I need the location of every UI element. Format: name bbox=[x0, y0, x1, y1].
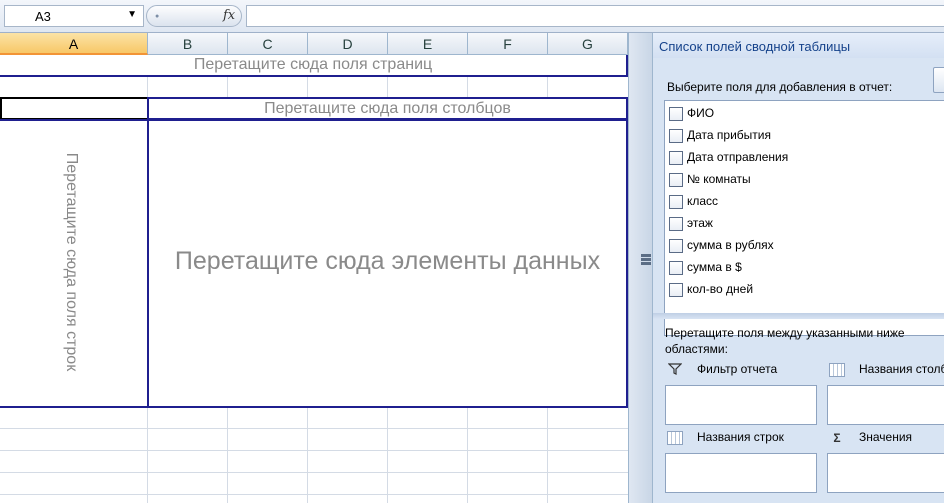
column-header-d[interactable]: D bbox=[308, 33, 388, 55]
values-header: Σ Значения bbox=[829, 430, 944, 446]
column-headers: A B C D E F G bbox=[0, 33, 628, 55]
report-filter-label: Фильтр отчета bbox=[697, 362, 778, 376]
name-box[interactable]: A3 ▼ bbox=[4, 5, 144, 27]
row-labels-area[interactable] bbox=[665, 453, 817, 493]
funnel-icon bbox=[667, 363, 683, 377]
row-labels-icon bbox=[667, 431, 683, 445]
formula-input[interactable] bbox=[246, 5, 944, 27]
name-box-value: A3 bbox=[35, 9, 51, 24]
column-fields-hint: Перетащите сюда поля столбцов bbox=[264, 100, 511, 117]
column-labels-area[interactable] bbox=[827, 385, 944, 425]
field-checkbox[interactable] bbox=[669, 107, 683, 121]
column-header-g[interactable]: G bbox=[548, 33, 628, 55]
column-header-c[interactable]: C bbox=[228, 33, 308, 55]
field-item-floor[interactable]: этаж bbox=[669, 213, 929, 235]
field-label: Дата отправления bbox=[687, 150, 789, 164]
field-label: ФИО bbox=[687, 106, 715, 120]
field-label: класс bbox=[687, 194, 719, 208]
field-item-days[interactable]: кол-во дней bbox=[669, 279, 929, 301]
row-fields-hint: Перетащите сюда поля строк bbox=[63, 152, 80, 372]
column-header-a[interactable]: A bbox=[0, 33, 148, 55]
field-item-fio[interactable]: ФИО bbox=[669, 103, 929, 125]
formula-bar: A3 ▼ ● fx bbox=[0, 0, 944, 33]
column-fields-drop-zone[interactable]: Перетащите сюда поля столбцов bbox=[147, 97, 628, 120]
report-filter-header: Фильтр отчета bbox=[667, 362, 827, 378]
formula-bar-controls: ● fx bbox=[146, 5, 242, 27]
data-fields-hint: Перетащите сюда элементы данных bbox=[174, 247, 601, 275]
choose-fields-label: Выберите поля для добавления в отчет: bbox=[667, 80, 893, 94]
field-item-sum-usd[interactable]: сумма в $ bbox=[669, 257, 929, 279]
field-item-departure-date[interactable]: Дата отправления bbox=[669, 147, 929, 169]
pane-title: Список полей сводной таблицы bbox=[659, 39, 851, 54]
field-item-room-number[interactable]: № комнаты bbox=[669, 169, 929, 191]
page-fields-hint: Перетащите сюда поля страниц bbox=[193, 56, 433, 73]
values-label: Значения bbox=[859, 430, 913, 444]
pane-divider[interactable] bbox=[653, 313, 944, 319]
insert-function-button[interactable]: fx bbox=[223, 8, 235, 23]
chevron-down-icon[interactable]: ▼ bbox=[127, 9, 137, 20]
field-checkbox[interactable] bbox=[669, 195, 683, 209]
values-area[interactable] bbox=[827, 453, 944, 493]
drag-areas-label: Перетащите поля между указанными ниже об… bbox=[665, 326, 905, 356]
field-item-sum-rub[interactable]: сумма в рублях bbox=[669, 235, 929, 257]
field-checkbox[interactable] bbox=[669, 217, 683, 231]
column-header-e[interactable]: E bbox=[388, 33, 468, 55]
grip-icon: ▬ ▬ ▬ bbox=[641, 249, 651, 268]
pane-splitter[interactable]: ▬ ▬ ▬ bbox=[628, 33, 652, 503]
report-filter-area[interactable] bbox=[665, 385, 817, 425]
field-checkbox[interactable] bbox=[669, 129, 683, 143]
row-fields-drop-zone[interactable]: Перетащите сюда поля строк bbox=[0, 119, 149, 408]
field-label: сумма в рублях bbox=[687, 238, 774, 252]
column-labels-header: Названия столбцов bbox=[829, 362, 944, 378]
column-labels-icon bbox=[829, 363, 845, 377]
field-label: № комнаты bbox=[687, 172, 751, 186]
resize-handle-icon[interactable]: ● bbox=[155, 13, 161, 21]
field-label: кол-во дней bbox=[687, 282, 754, 296]
field-item-class[interactable]: класс bbox=[669, 191, 929, 213]
layout-options-button[interactable] bbox=[933, 67, 944, 93]
sigma-icon: Σ bbox=[833, 431, 841, 445]
pivot-field-list-pane: Список полей сводной таблицы Выберите по… bbox=[652, 33, 944, 503]
selected-cell-a3[interactable] bbox=[0, 97, 149, 120]
field-label: этаж bbox=[687, 216, 713, 230]
page-fields-drop-zone[interactable]: Перетащите сюда поля страниц bbox=[0, 55, 628, 77]
field-checkbox[interactable] bbox=[669, 261, 683, 275]
field-checkbox[interactable] bbox=[669, 151, 683, 165]
field-item-arrival-date[interactable]: Дата прибытия bbox=[669, 125, 929, 147]
row-labels-header: Названия строк bbox=[667, 430, 827, 446]
column-header-b[interactable]: B bbox=[148, 33, 228, 55]
field-checkbox[interactable] bbox=[669, 239, 683, 253]
field-label: сумма в $ bbox=[687, 260, 742, 274]
column-header-f[interactable]: F bbox=[468, 33, 548, 55]
field-checkbox[interactable] bbox=[669, 283, 683, 297]
row-labels-label: Названия строк bbox=[697, 430, 784, 444]
field-label: Дата прибытия bbox=[687, 128, 771, 142]
column-labels-label: Названия столбцов bbox=[859, 362, 944, 376]
field-checkbox[interactable] bbox=[669, 173, 683, 187]
data-fields-drop-zone[interactable]: Перетащите сюда элементы данных bbox=[147, 119, 628, 408]
worksheet-grid[interactable]: Перетащите сюда поля страниц Перетащите … bbox=[0, 55, 628, 503]
field-list: ФИО Дата прибытия Дата отправления № ком… bbox=[664, 100, 944, 336]
